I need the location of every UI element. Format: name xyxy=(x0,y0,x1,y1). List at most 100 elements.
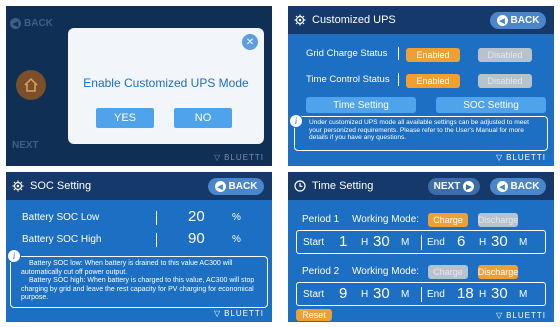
bluetti-logo-icon: ▽ xyxy=(495,153,504,162)
time-control-status-label: Time Control Status xyxy=(306,74,390,85)
back-arrow-icon: ◀ xyxy=(214,181,226,192)
period-2-end-hour[interactable]: 18 xyxy=(457,285,474,302)
info-icon: i xyxy=(289,114,303,128)
period-2-end-minute[interactable]: 30 xyxy=(491,285,508,302)
divider xyxy=(156,211,157,225)
battery-soc-low-unit: % xyxy=(232,212,241,223)
bluetti-logo-icon: ▽ xyxy=(495,311,504,320)
soc-setting-button[interactable]: SOC Setting xyxy=(436,97,546,113)
period-2-start-m-unit: M xyxy=(401,289,410,300)
brand-text: BLUETTI xyxy=(506,153,546,162)
info-text: Under customized UPS mode all available … xyxy=(309,119,529,142)
period-1-mode-label: Working Mode: xyxy=(352,214,420,225)
back-label: BACK xyxy=(510,181,540,192)
period-2-end-h-unit: H xyxy=(479,289,487,300)
battery-soc-low-value[interactable]: 20 xyxy=(188,208,205,225)
info-icon: i xyxy=(7,249,21,263)
period-2-start-h-unit: H xyxy=(361,289,369,300)
battery-soc-high-label: Battery SOC High xyxy=(22,234,102,245)
back-button[interactable]: ◀ BACK xyxy=(490,178,546,195)
period-2-mode-label: Working Mode: xyxy=(352,266,420,277)
battery-soc-low-label: Battery SOC Low xyxy=(22,212,100,223)
back-arrow-icon: ◀ xyxy=(496,181,508,192)
back-label: BACK xyxy=(510,15,540,26)
divider xyxy=(398,73,399,86)
period-1-start-hour[interactable]: 1 xyxy=(339,233,347,250)
period-2-end-label: End xyxy=(427,289,445,300)
bluetti-logo-icon: ▽ xyxy=(213,153,222,162)
period-1-end-label: End xyxy=(427,237,445,248)
battery-soc-high-unit: % xyxy=(232,234,241,245)
period-1-end-h-unit: H xyxy=(479,237,487,248)
yes-button[interactable]: YES xyxy=(96,108,154,128)
grid-charge-status-label: Grid Charge Status xyxy=(306,48,388,59)
period-1-charge-button[interactable]: Charge xyxy=(428,213,468,227)
battery-soc-high-value[interactable]: 90 xyxy=(188,230,205,247)
grid-charge-disabled-button[interactable]: Disabled xyxy=(478,48,532,62)
period-1-discharge-button[interactable]: Discharge xyxy=(478,213,518,227)
info-box: Battery SOC low: When battery is drained… xyxy=(10,256,268,308)
page-title: SOC Setting xyxy=(30,180,92,192)
period-1-start-minute[interactable]: 30 xyxy=(373,233,390,250)
brand-logo: ▽ BLUETTI xyxy=(496,311,546,320)
confirm-dialog: ✕ Enable Customized UPS Mode YES NO xyxy=(68,28,264,144)
dimmed-next-button: NEXT xyxy=(12,140,39,151)
brand-text: BLUETTI xyxy=(224,309,264,318)
page-title: Customized UPS xyxy=(312,14,396,26)
divider xyxy=(156,233,157,247)
close-icon[interactable]: ✕ xyxy=(242,34,258,50)
period-2-start-minute[interactable]: 30 xyxy=(373,285,390,302)
panel-customized-ups: Customized UPS ◀ BACK Grid Charge Status… xyxy=(288,6,554,166)
dimmed-back-label: BACK xyxy=(24,18,53,29)
period-1-start-m-unit: M xyxy=(401,237,410,248)
period-2-charge-button[interactable]: Charge xyxy=(428,265,468,279)
page-title: Time Setting xyxy=(312,180,374,192)
next-label: NEXT xyxy=(433,181,461,192)
dialog-title: Enable Customized UPS Mode xyxy=(83,76,249,90)
brand-text: BLUETTI xyxy=(506,311,546,320)
info-text-low: Battery SOC low: When battery is drained… xyxy=(21,260,233,276)
period-1-end-minute[interactable]: 30 xyxy=(491,233,508,250)
period-1-time-row: Start 1 H 30 M End 6 H 30 M xyxy=(296,230,546,254)
period-1-label: Period 1 xyxy=(302,214,340,225)
period-1-end-hour[interactable]: 6 xyxy=(457,233,465,250)
brand-text: BLUETTI xyxy=(224,153,264,162)
next-arrow-icon: ▶ xyxy=(463,181,475,192)
brand-logo: ▽ BLUETTI xyxy=(214,153,264,162)
back-button[interactable]: ◀ BACK xyxy=(490,12,546,29)
home-icon xyxy=(16,70,46,100)
period-2-time-row: Start 9 H 30 M End 18 H 30 M xyxy=(296,282,546,306)
period-2-end-m-unit: M xyxy=(519,289,528,300)
bluetti-logo-icon: ▽ xyxy=(213,309,222,318)
brand-logo: ▽ BLUETTI xyxy=(214,309,264,318)
panel-ups-confirm: ◀ BACK NEXT ▽ BLUETTI ✕ Enable Customized… xyxy=(6,6,272,166)
period-2-discharge-button[interactable]: Discharge xyxy=(478,265,518,279)
back-arrow-icon: ◀ xyxy=(10,18,21,29)
next-button[interactable]: NEXT ▶ xyxy=(428,178,480,195)
back-button[interactable]: ◀ BACK xyxy=(208,178,264,195)
time-control-enabled-button[interactable]: Enabled xyxy=(406,74,460,88)
gear-icon xyxy=(294,14,306,26)
grid-charge-enabled-button[interactable]: Enabled xyxy=(406,48,460,62)
back-label: BACK xyxy=(228,181,258,192)
period-1-start-h-unit: H xyxy=(361,237,369,248)
info-text-high: Battery SOC high: When battery is charge… xyxy=(21,277,255,302)
period-2-label: Period 2 xyxy=(302,266,340,277)
no-button[interactable]: NO xyxy=(174,108,232,128)
time-control-disabled-button[interactable]: Disabled xyxy=(478,74,532,88)
brand-logo: ▽ BLUETTI xyxy=(496,153,546,162)
period-1-start-label: Start xyxy=(303,237,325,248)
back-arrow-icon: ◀ xyxy=(496,15,508,26)
panel-soc-setting: SOC Setting ◀ BACK Battery SOC Low 20 % … xyxy=(6,172,272,322)
divider xyxy=(421,287,422,302)
period-2-start-label: Start xyxy=(303,289,325,300)
period-2-start-hour[interactable]: 9 xyxy=(339,285,347,302)
time-setting-button[interactable]: Time Setting xyxy=(306,97,416,113)
dimmed-back-button: ◀ BACK xyxy=(10,18,53,29)
period-1-end-m-unit: M xyxy=(519,237,528,248)
panel-time-setting: Time Setting NEXT ▶ ◀ BACK Period 1 Work… xyxy=(288,172,554,322)
gear-icon xyxy=(12,180,24,192)
reset-button[interactable]: Reset xyxy=(296,309,332,321)
clock-icon xyxy=(294,180,306,192)
info-box: Under customized UPS mode all available … xyxy=(294,116,548,151)
